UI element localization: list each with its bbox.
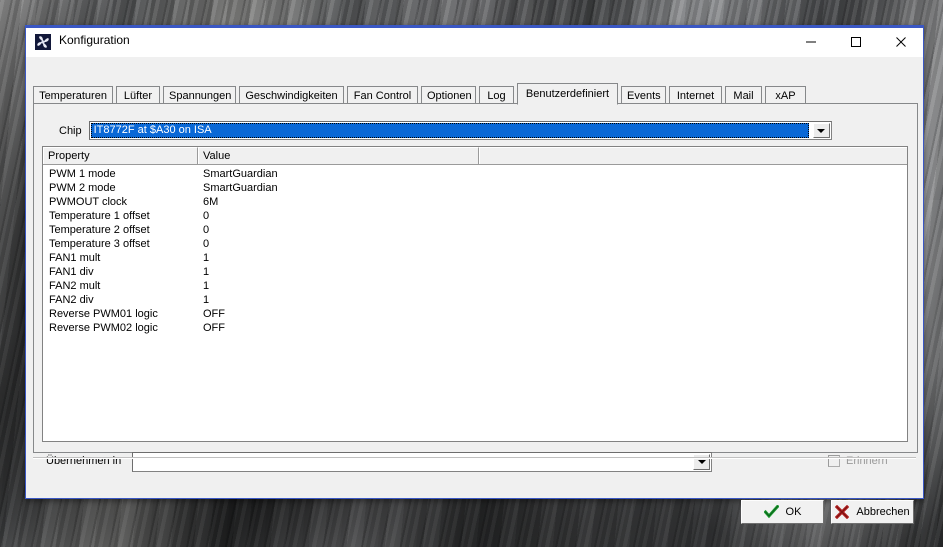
listview-header: Property Value (43, 147, 907, 165)
column-header-filler (479, 147, 907, 164)
window-controls (788, 27, 923, 56)
row-value: 0 (203, 210, 210, 222)
apply-to-panel: Übernehmen in Erinnern (42, 450, 908, 476)
dialog-client-area: Temperaturen Lüfter Spannungen Geschwind… (26, 57, 923, 524)
ok-button-label: OK (785, 506, 802, 518)
table-row[interactable]: PWM 2 mode SmartGuardian (43, 181, 907, 195)
tab-geschwindigkeiten[interactable]: Geschwindigkeiten (239, 86, 344, 104)
row-property: PWMOUT clock (49, 196, 128, 208)
row-property: FAN2 div (49, 294, 94, 306)
close-button[interactable] (878, 27, 923, 56)
window-title: Konfiguration (59, 33, 130, 47)
row-value: SmartGuardian (203, 182, 278, 194)
maximize-icon (850, 36, 862, 48)
tab-log[interactable]: Log (479, 86, 514, 104)
footer-divider (33, 457, 916, 459)
table-row[interactable]: Temperature 2 offset 0 (43, 223, 907, 237)
tab-mail[interactable]: Mail (725, 86, 762, 104)
tab-events[interactable]: Events (621, 86, 666, 104)
x-icon (835, 505, 850, 519)
cancel-button[interactable]: Abbrechen (831, 500, 914, 524)
ok-button[interactable]: OK (741, 500, 824, 524)
fan-icon (35, 34, 51, 50)
row-value: SmartGuardian (203, 168, 278, 180)
column-header-property[interactable]: Property (43, 147, 198, 164)
row-property: Temperature 2 offset (49, 224, 150, 236)
maximize-button[interactable] (833, 27, 878, 56)
minimize-icon (805, 36, 817, 48)
chevron-down-icon (697, 460, 706, 464)
row-value: 1 (203, 266, 210, 278)
row-value: 6M (203, 196, 219, 208)
row-property: Reverse PWM02 logic (49, 322, 158, 334)
table-row[interactable]: FAN1 div 1 (43, 265, 907, 279)
tab-optionen[interactable]: Optionen (421, 86, 476, 104)
minimize-button[interactable] (788, 27, 833, 56)
chip-row: Chip IT8772F at $A30 on ISA (59, 121, 832, 140)
table-row[interactable]: FAN2 div 1 (43, 293, 907, 307)
column-header-value[interactable]: Value (198, 147, 479, 164)
konfiguration-dialog: Konfiguration Temperaturen Lüfter Spannu… (25, 25, 924, 524)
table-row[interactable]: Reverse PWM02 logic OFF (43, 321, 907, 335)
properties-listview[interactable]: Property Value PWM 1 mode SmartGuardian … (42, 146, 908, 442)
tab-internet[interactable]: Internet (669, 86, 722, 104)
row-value: 1 (203, 252, 210, 264)
tab-luefter[interactable]: Lüfter (116, 86, 160, 104)
row-property: FAN1 mult (49, 252, 101, 264)
chip-selected-value: IT8772F at $A30 on ISA (93, 124, 212, 136)
row-value: 0 (203, 224, 210, 236)
tab-benutzerdefiniert[interactable]: Benutzerdefiniert (517, 83, 618, 105)
row-value: 1 (203, 280, 210, 292)
row-value: 0 (203, 238, 210, 250)
tab-xap[interactable]: xAP (765, 86, 806, 104)
row-property: Temperature 3 offset (49, 238, 150, 250)
tab-fan-control[interactable]: Fan Control (347, 86, 418, 104)
row-property: FAN2 mult (49, 280, 101, 292)
row-value: 1 (203, 294, 210, 306)
table-row[interactable]: FAN2 mult 1 (43, 279, 907, 293)
tab-spannungen[interactable]: Spannungen (163, 86, 236, 104)
table-row[interactable]: FAN1 mult 1 (43, 251, 907, 265)
close-icon (895, 36, 907, 48)
table-row[interactable]: Temperature 1 offset 0 (43, 209, 907, 223)
title-bar[interactable]: Konfiguration (26, 26, 923, 57)
table-row[interactable]: PWMOUT clock 6M (43, 195, 907, 209)
listview-rows: PWM 1 mode SmartGuardian PWM 2 mode Smar… (43, 165, 907, 335)
table-row[interactable]: Temperature 3 offset 0 (43, 237, 907, 251)
chevron-down-icon (817, 128, 826, 133)
apply-to-combobox[interactable] (132, 452, 712, 472)
row-value: OFF (203, 322, 225, 334)
row-property: FAN1 div (49, 266, 94, 278)
chip-dropdown-button[interactable] (812, 123, 830, 138)
cancel-button-label: Abbrechen (856, 506, 910, 518)
tab-strip: Temperaturen Lüfter Spannungen Geschwind… (33, 83, 916, 105)
table-row[interactable]: Reverse PWM01 logic OFF (43, 307, 907, 321)
row-property: Reverse PWM01 logic (49, 308, 158, 320)
row-property: Temperature 1 offset (49, 210, 150, 222)
row-property: PWM 2 mode (49, 182, 116, 194)
table-row[interactable]: PWM 1 mode SmartGuardian (43, 167, 907, 181)
chip-label: Chip (59, 124, 82, 137)
chip-combobox[interactable]: IT8772F at $A30 on ISA (88, 121, 832, 140)
row-property: PWM 1 mode (49, 168, 116, 180)
tab-panel-benutzerdefiniert: Chip IT8772F at $A30 on ISA Property Val… (33, 103, 918, 472)
check-icon (763, 505, 779, 519)
row-value: OFF (203, 308, 225, 320)
tab-temperaturen[interactable]: Temperaturen (33, 86, 113, 104)
